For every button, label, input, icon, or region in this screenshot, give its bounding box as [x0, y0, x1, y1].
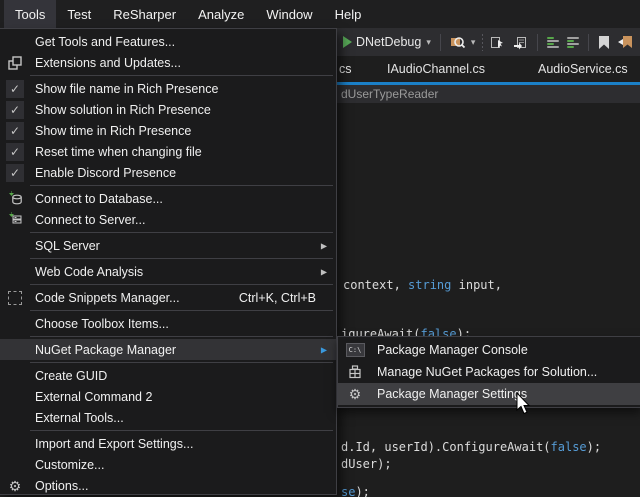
- menu-separator: [30, 430, 333, 431]
- navigate-cursor-icon: [490, 35, 505, 50]
- start-debug-button[interactable]: DNetDebug ▾: [337, 30, 435, 54]
- console-icon: C:\: [346, 343, 365, 357]
- submenu-arrow-icon: ▶: [321, 241, 327, 250]
- extensions-icon: [8, 56, 22, 70]
- menu-item-options[interactable]: ⚙ Options...: [0, 475, 336, 496]
- menubar-item-analyze[interactable]: Analyze: [187, 0, 255, 28]
- menu-separator: [30, 185, 333, 186]
- toolbar-separator: [588, 34, 589, 51]
- tools-menu: Get Tools and Features... Extensions and…: [0, 28, 337, 495]
- menu-item-show-file-name[interactable]: ✓ Show file name in Rich Presence: [0, 78, 336, 99]
- menu-separator: [30, 284, 333, 285]
- menu-item-create-guid[interactable]: Create GUID: [0, 365, 336, 386]
- menubar-item-tools[interactable]: Tools: [4, 0, 56, 28]
- previous-bookmark-button[interactable]: [614, 30, 638, 54]
- menu-item-nuget-package-manager[interactable]: NuGet Package Manager ▶: [0, 339, 336, 360]
- menu-item-reset-time[interactable]: ✓ Reset time when changing file: [0, 141, 336, 162]
- document-tab-audioservice[interactable]: AudioService.cs: [538, 62, 628, 76]
- chevron-down-icon: ▾: [471, 37, 476, 48]
- checkmark-icon: ✓: [6, 80, 24, 98]
- checkmark-icon: ✓: [6, 101, 24, 119]
- code-line[interactable]: d.Id, userId).ConfigureAwait(false);: [341, 440, 601, 454]
- menubar-item-test[interactable]: Test: [56, 0, 102, 28]
- checkmark-icon: ✓: [6, 122, 24, 140]
- menu-item-web-code-analysis[interactable]: Web Code Analysis ▶: [0, 261, 336, 282]
- navigate-forward-button[interactable]: [509, 30, 532, 54]
- breadcrumb[interactable]: dUserTypeReader: [337, 85, 640, 103]
- database-icon: [8, 191, 23, 206]
- menubar-item-help[interactable]: Help: [324, 0, 373, 28]
- increase-indent-icon: [567, 36, 579, 49]
- menu-separator: [30, 258, 333, 259]
- menubar-item-resharper[interactable]: ReSharper: [102, 0, 187, 28]
- decrease-indent-button[interactable]: [543, 30, 563, 54]
- document-tab-iaudiochannel[interactable]: IAudioChannel.cs: [387, 62, 485, 76]
- snippets-icon: [8, 291, 22, 305]
- menu-item-show-solution[interactable]: ✓ Show solution in Rich Presence: [0, 99, 336, 120]
- server-icon: [8, 212, 23, 227]
- menu-item-extensions-and-updates[interactable]: Extensions and Updates...: [0, 52, 336, 73]
- checkmark-icon: ✓: [6, 164, 24, 182]
- standard-toolbar: DNetDebug ▾ ▾: [337, 28, 640, 56]
- find-in-files-button[interactable]: ▾: [446, 30, 480, 54]
- menu-item-sql-server[interactable]: SQL Server ▶: [0, 235, 336, 256]
- navigate-frame-icon: [513, 35, 528, 50]
- menu-shortcut: Ctrl+K, Ctrl+B: [239, 291, 336, 305]
- menu-item-code-snippets-manager[interactable]: Code Snippets Manager... Ctrl+K, Ctrl+B: [0, 287, 336, 308]
- menu-item-enable-discord-presence[interactable]: ✓ Enable Discord Presence: [0, 162, 336, 183]
- menu-separator: [30, 232, 333, 233]
- code-line[interactable]: dUser);: [341, 457, 392, 471]
- find-in-files-icon: [450, 34, 466, 50]
- chevron-down-icon: ▾: [426, 37, 431, 48]
- code-line[interactable]: context, string input,: [343, 278, 502, 292]
- code-line[interactable]: se);: [341, 485, 370, 497]
- toggle-bookmark-button[interactable]: [594, 30, 614, 54]
- menu-separator: [30, 310, 333, 311]
- debug-target-label: DNetDebug: [356, 35, 421, 49]
- navigate-backward-button[interactable]: [486, 30, 509, 54]
- menu-bar: Tools Test ReSharper Analyze Window Help: [0, 0, 640, 28]
- document-tab[interactable]: cs: [339, 62, 352, 76]
- menu-separator: [30, 336, 333, 337]
- menu-item-external-tools[interactable]: External Tools...: [0, 407, 336, 428]
- gear-icon: ⚙: [9, 479, 22, 493]
- menu-item-external-command-2[interactable]: External Command 2: [0, 386, 336, 407]
- menu-item-get-tools-and-features[interactable]: Get Tools and Features...: [0, 31, 336, 52]
- menu-item-import-and-export-settings[interactable]: Import and Export Settings...: [0, 433, 336, 454]
- toolbar-separator: [537, 34, 538, 51]
- menu-item-customize[interactable]: Customize...: [0, 454, 336, 475]
- mouse-cursor: [516, 393, 531, 415]
- menu-separator: [30, 75, 333, 76]
- run-play-icon: [343, 36, 352, 48]
- submenu-arrow-icon: ▶: [321, 345, 327, 354]
- bookmark-icon: [598, 35, 610, 50]
- menu-item-show-time[interactable]: ✓ Show time in Rich Presence: [0, 120, 336, 141]
- toolbar-separator: [482, 34, 483, 51]
- submenu-item-manage-nuget-packages[interactable]: Manage NuGet Packages for Solution...: [338, 361, 640, 383]
- toolbar-separator: [440, 34, 441, 51]
- menu-item-connect-to-server[interactable]: Connect to Server...: [0, 209, 336, 230]
- document-tab-bar: cs IAudioChannel.cs AudioService.cs: [337, 56, 640, 82]
- vs-ide-window: Tools Test ReSharper Analyze Window Help…: [0, 0, 640, 497]
- previous-bookmark-icon: [618, 35, 634, 50]
- checkmark-icon: ✓: [6, 143, 24, 161]
- menubar-item-window[interactable]: Window: [255, 0, 323, 28]
- decrease-indent-icon: [547, 36, 559, 49]
- gear-icon: ⚙: [349, 387, 362, 401]
- menu-item-connect-to-database[interactable]: Connect to Database...: [0, 188, 336, 209]
- menu-item-choose-toolbox-items[interactable]: Choose Toolbox Items...: [0, 313, 336, 334]
- submenu-item-package-manager-console[interactable]: C:\ Package Manager Console: [338, 339, 640, 361]
- packages-icon: [348, 365, 362, 379]
- submenu-item-package-manager-settings[interactable]: ⚙ Package Manager Settings: [338, 383, 640, 405]
- increase-indent-button[interactable]: [563, 30, 583, 54]
- menu-separator: [30, 362, 333, 363]
- nuget-submenu: C:\ Package Manager Console Manage NuGet…: [337, 336, 640, 408]
- submenu-arrow-icon: ▶: [321, 267, 327, 276]
